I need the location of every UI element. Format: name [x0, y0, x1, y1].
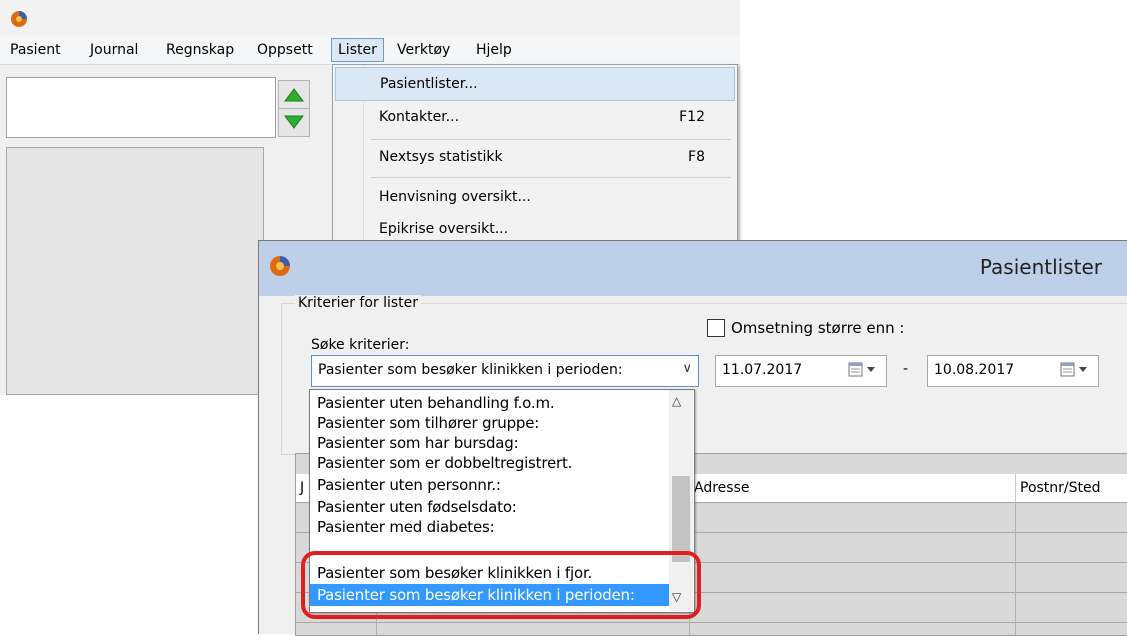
- option-med-diabetes[interactable]: Pasienter med diabetes:: [310, 516, 674, 532]
- menu-item-pasientlister[interactable]: Pasientlister...: [335, 67, 735, 101]
- menu-item-shortcut: F12: [679, 109, 705, 125]
- search-criteria-label: Søke kriterier:: [311, 337, 410, 353]
- scroll-up-icon[interactable]: △: [672, 394, 681, 408]
- lister-dropdown-menu: Pasientlister... Kontakter... F12 Nextsy…: [332, 64, 738, 246]
- column-divider: [1015, 502, 1016, 635]
- calendar-dropdown-icon[interactable]: [1060, 362, 1092, 378]
- left-panel: [6, 147, 264, 395]
- menu-separator: [371, 177, 731, 178]
- date-to-value: 10.08.2017: [934, 362, 1015, 378]
- menu-oppsett[interactable]: Oppsett: [251, 39, 319, 61]
- highlight-annotation-ring: [301, 551, 701, 619]
- option-uten-personnr[interactable]: Pasienter uten personnr.:: [310, 474, 674, 496]
- arrow-down-icon: [284, 115, 304, 129]
- app-logo-icon: [11, 11, 27, 27]
- menu-lister[interactable]: Lister: [331, 38, 384, 62]
- dialog-titlebar: Pasientlister: [259, 241, 1127, 296]
- menu-separator: [371, 139, 731, 140]
- row-divider: [296, 622, 1127, 623]
- menu-item-label: Pasientlister...: [380, 76, 478, 92]
- menu-regnskap[interactable]: Regnskap: [160, 39, 240, 61]
- menu-item-shortcut: F8: [688, 149, 705, 165]
- menu-item-kontakter[interactable]: Kontakter... F12: [335, 101, 733, 133]
- patient-search-input[interactable]: [6, 77, 276, 138]
- omsetning-label: Omsetning større enn :: [731, 319, 905, 337]
- chevron-down-icon: ∨: [682, 361, 692, 376]
- select-value: Pasienter som besøker klinikken i period…: [318, 362, 623, 378]
- menu-pasient[interactable]: Pasient: [4, 39, 67, 61]
- app-logo-icon: [270, 256, 290, 276]
- date-from-value: 11.07.2017: [722, 362, 803, 378]
- pasientlister-dialog: Pasientlister Kriterier for lister Søke …: [258, 240, 1127, 636]
- menu-item-label: Henvisning oversikt...: [379, 189, 531, 205]
- column-header-adresse[interactable]: Adresse: [690, 474, 1016, 502]
- menubar: Pasient Journal Regnskap Oppsett Lister …: [0, 36, 740, 65]
- search-criteria-select[interactable]: Pasienter som besøker klinikken i period…: [311, 355, 699, 387]
- scrollbar-thumb[interactable]: [672, 476, 690, 562]
- move-down-button[interactable]: [278, 108, 310, 137]
- date-from-field[interactable]: 11.07.2017: [715, 355, 887, 387]
- dialog-title: Pasientlister: [979, 255, 1102, 279]
- menu-item-henvisning-oversikt[interactable]: Henvisning oversikt...: [335, 181, 733, 213]
- menu-item-label: Kontakter...: [379, 109, 460, 125]
- column-header-postnr-sted[interactable]: Postnr/Sted: [1016, 474, 1127, 502]
- groupbox-label: Kriterier for lister: [295, 295, 422, 311]
- date-to-field[interactable]: 10.08.2017: [927, 355, 1099, 387]
- menu-journal[interactable]: Journal: [84, 39, 144, 61]
- menu-hjelp[interactable]: Hjelp: [470, 39, 518, 61]
- calendar-dropdown-icon[interactable]: [848, 362, 880, 378]
- move-up-button[interactable]: [278, 80, 310, 109]
- omsetning-checkbox[interactable]: [707, 319, 725, 337]
- option-tilhorer-gruppe[interactable]: Pasienter som tilhører gruppe:: [310, 412, 674, 434]
- menu-verktoy[interactable]: Verktøy: [391, 39, 456, 61]
- menu-item-label: Nextsys statistikk: [379, 149, 503, 165]
- option-dobbeltregistrert[interactable]: Pasienter som er dobbeltregistrert.: [310, 452, 674, 474]
- option-har-bursdag[interactable]: Pasienter som har bursdag:: [310, 432, 674, 454]
- option-uten-fodselsdato[interactable]: Pasienter uten fødselsdato:: [310, 496, 674, 518]
- arrow-up-icon: [284, 88, 304, 102]
- option-uten-behandling[interactable]: Pasienter uten behandling f.o.m.: [310, 392, 674, 414]
- app-titlebar: [0, 0, 740, 36]
- date-range-separator: -: [903, 361, 909, 377]
- menu-item-nextsys-statistikk[interactable]: Nextsys statistikk F8: [335, 141, 733, 173]
